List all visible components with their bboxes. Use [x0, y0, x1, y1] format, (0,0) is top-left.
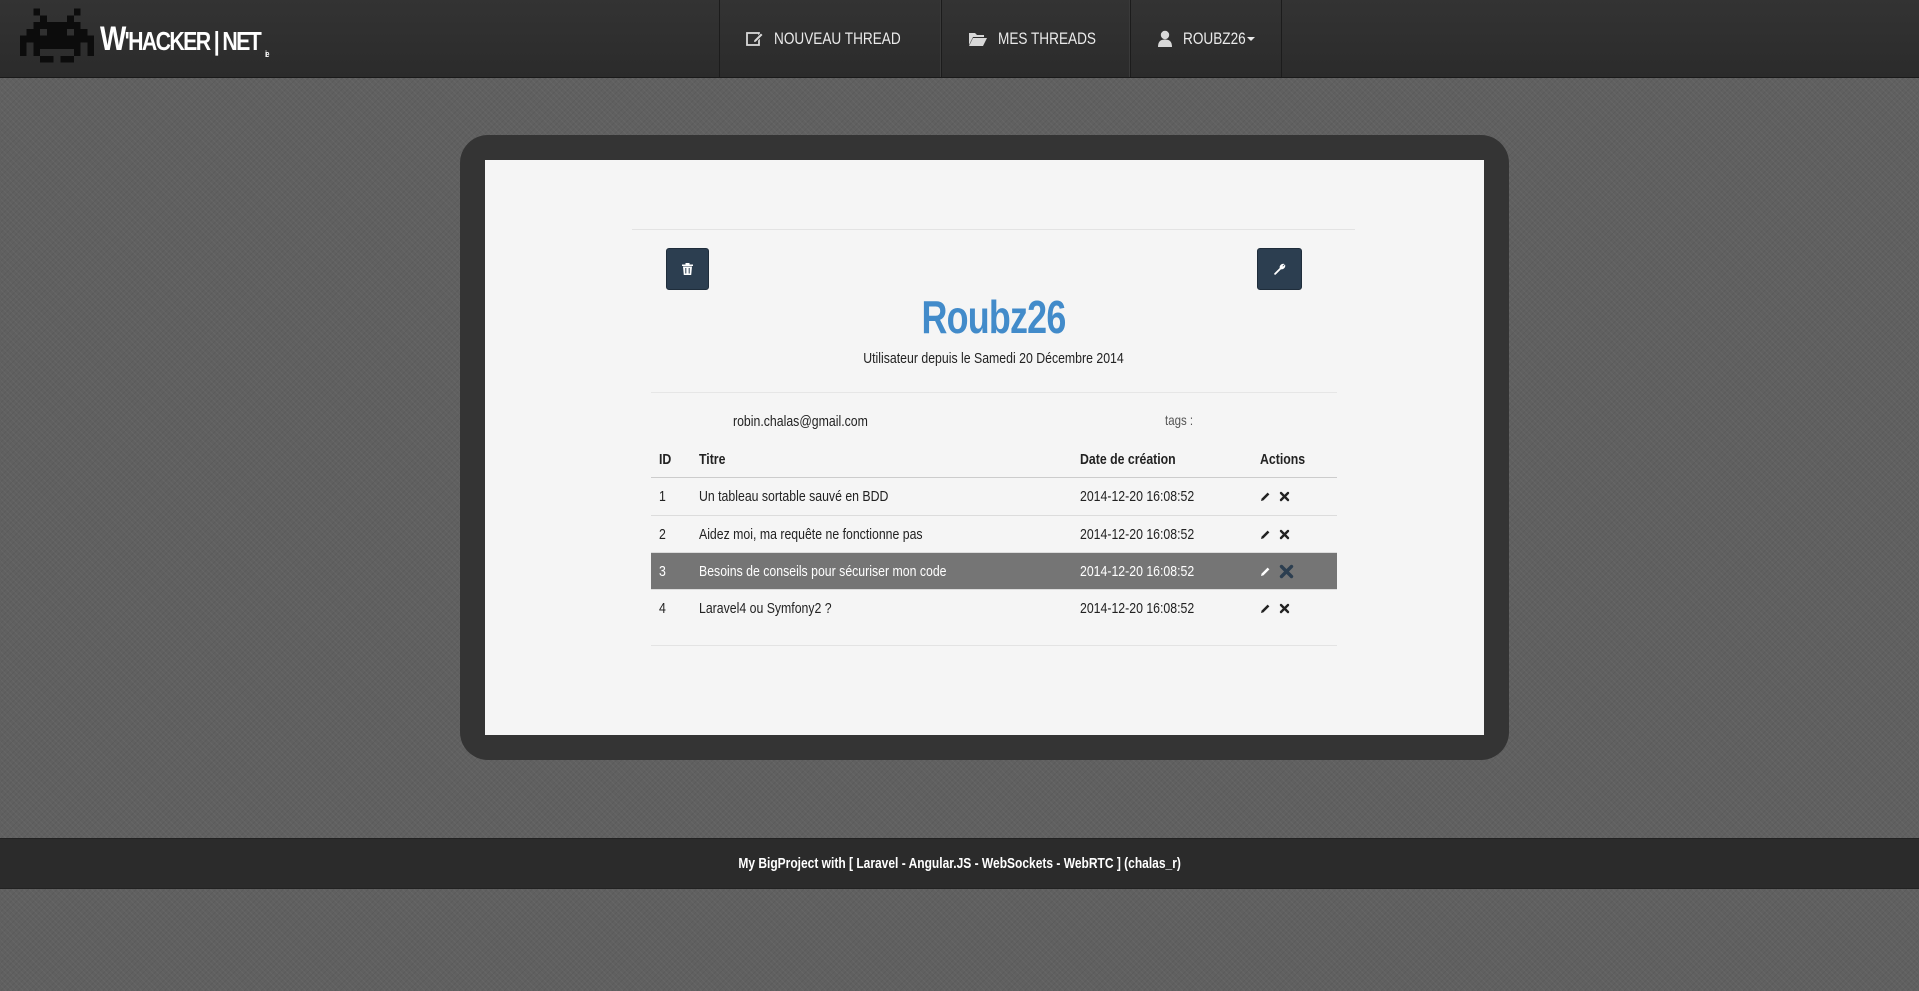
- pencil-icon[interactable]: [1260, 491, 1271, 502]
- member-since: Utilisateur depuis le Samedi 20 Décembre…: [863, 350, 1124, 367]
- thread-actions: [1260, 603, 1290, 614]
- thread-date: 2014-12-20 16:08:52: [1080, 599, 1195, 617]
- folder-open-icon: [969, 32, 988, 46]
- header-actions: Actions: [1260, 451, 1306, 468]
- thread-actions: [1260, 491, 1290, 502]
- space-invader-icon: [20, 8, 94, 63]
- tags-label: tags :: [1165, 412, 1194, 428]
- delete-account-button[interactable]: [666, 248, 709, 290]
- nav-user-label: ROUBZ26: [1182, 28, 1246, 48]
- divider: [651, 645, 1337, 646]
- footer: My BigProject with [ Laravel - Angular.J…: [0, 838, 1919, 889]
- chevron-down-icon: [1247, 36, 1256, 41]
- thread-date: 2014-12-20 16:08:52: [1080, 525, 1195, 543]
- table-row[interactable]: 1 Un tableau sortable sauvé en BDD 2014-…: [651, 478, 1337, 515]
- pencil-icon[interactable]: [1260, 566, 1271, 577]
- divider: [632, 229, 1355, 230]
- nav-new-thread[interactable]: NOUVEAU THREAD: [719, 0, 942, 77]
- thread-id: 4: [659, 599, 666, 617]
- thread-title[interactable]: Laravel4 ou Symfony2 ?: [699, 600, 832, 617]
- profile-username: Roubz26: [921, 291, 1066, 343]
- thread-title[interactable]: Aidez moi, ma requête ne fonctionne pas: [699, 526, 923, 543]
- close-icon[interactable]: [1279, 491, 1290, 502]
- threads-table: ID Titre Date de création Actions 1 Un t…: [651, 442, 1337, 626]
- top-navbar: W'HACKER | NET ie NOUVEAU THREAD MES THRE…: [0, 0, 1919, 78]
- thread-actions: [1260, 564, 1294, 579]
- edit-profile-button[interactable]: [1257, 248, 1302, 290]
- header-id: ID: [659, 451, 672, 468]
- pencil-icon[interactable]: [1260, 603, 1271, 614]
- main-nav: NOUVEAU THREAD MES THREADS ROUBZ26: [719, 0, 1283, 77]
- brand-tiny: ie: [265, 48, 269, 59]
- nav-my-threads-label: MES THREADS: [998, 28, 1097, 48]
- close-icon[interactable]: [1279, 603, 1290, 614]
- footer-text: My BigProject with [ Laravel - Angular.J…: [738, 855, 1181, 872]
- table-row[interactable]: 2 Aidez moi, ma requête ne fonctionne pa…: [651, 515, 1337, 552]
- nav-user-menu[interactable]: ROUBZ26: [1129, 0, 1283, 77]
- thread-actions: [1260, 529, 1290, 540]
- thread-date: 2014-12-20 16:08:52: [1080, 562, 1195, 580]
- wrench-icon: [1274, 263, 1286, 275]
- header-title: Titre: [699, 451, 726, 468]
- thread-id: 1: [659, 488, 666, 505]
- nav-my-threads[interactable]: MES THREADS: [941, 0, 1130, 77]
- header-date: Date de création: [1080, 451, 1176, 468]
- profile-email: robin.chalas@gmail.com: [733, 413, 868, 430]
- brand-main: 'HACKER | NET: [124, 25, 262, 56]
- table-row[interactable]: 4 Laravel4 ou Symfony2 ? 2014-12-20 16:0…: [651, 589, 1337, 626]
- thread-title[interactable]: Besoins de conseils pour sécuriser mon c…: [699, 563, 946, 580]
- trash-icon: [682, 263, 693, 275]
- thread-date: 2014-12-20 16:08:52: [1080, 488, 1195, 505]
- brand-name: W'HACKER | NET ie: [100, 19, 269, 59]
- thread-title[interactable]: Un tableau sortable sauvé en BDD: [699, 488, 888, 505]
- close-icon[interactable]: [1279, 529, 1290, 540]
- user-icon: [1157, 30, 1172, 47]
- divider: [651, 392, 1337, 393]
- brand[interactable]: W'HACKER | NET ie: [20, 6, 305, 72]
- thread-id: 2: [659, 525, 666, 543]
- edit-icon: [746, 32, 764, 46]
- pencil-icon[interactable]: [1260, 529, 1271, 540]
- table-row-highlighted[interactable]: 3 Besoins de conseils pour sécuriser mon…: [651, 552, 1337, 589]
- nav-new-thread-label: NOUVEAU THREAD: [774, 28, 901, 48]
- thread-id: 3: [659, 562, 666, 580]
- brand-w: W: [100, 19, 126, 58]
- close-icon[interactable]: [1279, 564, 1294, 579]
- table-header-row: ID Titre Date de création Actions: [651, 442, 1337, 478]
